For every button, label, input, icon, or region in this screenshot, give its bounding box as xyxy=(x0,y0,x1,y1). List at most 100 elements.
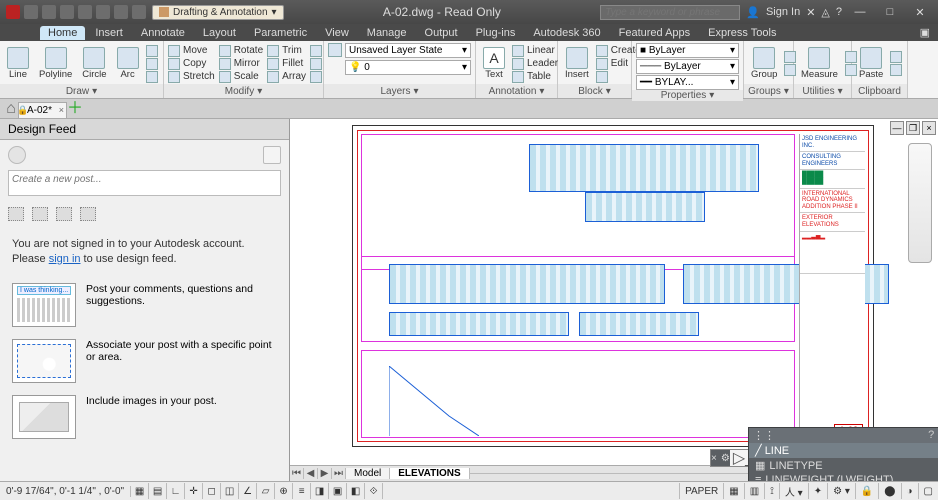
layer-state-dropdown[interactable]: Unsaved Layer State▾ xyxy=(345,43,471,58)
tab-plugins[interactable]: Plug-ins xyxy=(468,26,524,40)
ortho-toggle[interactable]: ∟ xyxy=(167,483,185,499)
refresh-icon[interactable] xyxy=(263,146,281,164)
app-menu-icon[interactable] xyxy=(6,5,20,19)
table-button[interactable]: Table xyxy=(512,71,558,83)
quick-access-toolbar[interactable] xyxy=(0,5,152,19)
nav-bar[interactable] xyxy=(908,143,932,263)
sc-toggle[interactable]: ◧ xyxy=(347,483,365,499)
minimize-button[interactable]: — xyxy=(848,6,872,18)
paste-button[interactable]: Paste xyxy=(856,47,886,80)
tab-home-icon[interactable]: ⌂ xyxy=(4,100,18,118)
model-paper-toggle[interactable]: PAPER xyxy=(679,483,723,499)
cmdbar-config-icon[interactable]: ⚙ xyxy=(721,453,730,464)
vp-restore-icon[interactable]: ❐ xyxy=(906,121,920,135)
linetype-dropdown[interactable]: ─── ByLayer▾ xyxy=(636,59,739,74)
a360-icon[interactable]: ◬ xyxy=(821,6,829,19)
filter-icon[interactable] xyxy=(8,146,26,164)
tab-annotate[interactable]: Annotate xyxy=(133,26,193,40)
lwt-toggle[interactable]: ≡ xyxy=(293,483,311,499)
mirror-button[interactable]: Mirror xyxy=(219,58,263,70)
cleanscreen-icon[interactable]: ▢ xyxy=(918,483,938,499)
trim-button[interactable]: Trim xyxy=(267,45,306,57)
tab-express[interactable]: Express Tools xyxy=(700,26,784,40)
ducs-toggle[interactable]: ▱ xyxy=(257,483,275,499)
am-toggle[interactable]: ⟐ xyxy=(365,483,383,499)
tpy-toggle[interactable]: ◨ xyxy=(311,483,329,499)
signin-icon[interactable]: 👤 xyxy=(746,6,760,19)
plot-icon[interactable] xyxy=(96,5,110,19)
workspace-dropdown[interactable]: Drafting & Annotation ▾ xyxy=(152,5,284,20)
scale-button[interactable]: Scale xyxy=(219,71,263,83)
layout-last-icon[interactable]: ⏭ xyxy=(332,468,346,479)
line-button[interactable]: Line xyxy=(4,47,32,80)
layerprop-icon[interactable] xyxy=(328,43,342,57)
exchange-icon[interactable]: ✕ xyxy=(806,6,815,19)
tab-featured[interactable]: Featured Apps xyxy=(611,26,699,40)
isolate-icon[interactable]: ◑ xyxy=(901,483,918,499)
undo-icon[interactable] xyxy=(114,5,128,19)
insert-button[interactable]: Insert xyxy=(562,47,592,80)
tab-layout[interactable]: Layout xyxy=(195,26,244,40)
tab-parametric[interactable]: Parametric xyxy=(246,26,315,40)
new-post-input[interactable] xyxy=(8,170,281,196)
ribbon-toggle-icon[interactable]: ▣ xyxy=(912,25,938,40)
toolbar-lock-icon[interactable]: 🔒 xyxy=(855,483,878,499)
help-icon[interactable]: ? xyxy=(836,6,842,18)
tab-a360[interactable]: Autodesk 360 xyxy=(525,26,608,40)
cmd-item[interactable]: ≡ LINEWEIGHT (LWEIGHT) xyxy=(749,473,938,481)
leader-button[interactable]: Leader xyxy=(512,58,558,70)
layer-current-dropdown[interactable]: 💡 0▾ xyxy=(345,60,471,75)
layout-tab-model[interactable]: Model xyxy=(346,468,390,479)
close-tab-icon[interactable]: × xyxy=(59,105,64,115)
move-button[interactable]: Move xyxy=(168,45,215,57)
annoscale-dropdown[interactable]: 人 ▾ xyxy=(779,483,808,499)
copy-button[interactable]: Copy xyxy=(168,58,215,70)
color-dropdown[interactable]: ■ ByLayer▾ xyxy=(636,43,739,58)
text-button[interactable]: AText xyxy=(480,47,508,80)
qp-toggle[interactable]: ▣ xyxy=(329,483,347,499)
vp-minimize-icon[interactable]: — xyxy=(890,121,904,135)
drawing-viewport[interactable]: — ❐ × JSD ENGINEERING INC. CONSULTING EN… xyxy=(290,119,938,481)
tab-output[interactable]: Output xyxy=(417,26,466,40)
3dosnap-toggle[interactable]: ◫ xyxy=(221,483,239,499)
redo-icon[interactable] xyxy=(132,5,146,19)
measure-button[interactable]: Measure xyxy=(798,47,841,80)
document-tab[interactable]: 🔒 A-02* × xyxy=(18,102,67,118)
maximize-button[interactable]: □ xyxy=(878,6,902,18)
layout-tab-elevations[interactable]: ELEVATIONS xyxy=(390,468,469,479)
cmdbar-close-icon[interactable]: × xyxy=(711,453,717,464)
pin-icon[interactable] xyxy=(32,207,48,221)
tag-user-icon[interactable] xyxy=(56,207,72,221)
popup-help-icon[interactable]: ? xyxy=(928,429,934,442)
help-search-input[interactable] xyxy=(600,5,740,20)
tab-manage[interactable]: Manage xyxy=(359,26,415,40)
tab-view[interactable]: View xyxy=(317,26,357,40)
group-button[interactable]: Group xyxy=(748,47,780,80)
layout-prev-icon[interactable]: ◀ xyxy=(304,468,318,479)
saveas-icon[interactable] xyxy=(78,5,92,19)
ws-switch-icon[interactable]: ⚙ ▾ xyxy=(827,483,855,499)
layout-next-icon[interactable]: ▶ xyxy=(318,468,332,479)
polar-toggle[interactable]: ✛ xyxy=(185,483,203,499)
snap-toggle[interactable]: ▦ xyxy=(131,483,149,499)
fillet-button[interactable]: Fillet xyxy=(267,58,306,70)
annoscale-icon[interactable]: ⟟ xyxy=(764,483,779,499)
circle-button[interactable]: Circle xyxy=(79,47,109,80)
otrack-toggle[interactable]: ∠ xyxy=(239,483,257,499)
open-icon[interactable] xyxy=(42,5,56,19)
dyn-toggle[interactable]: ⊕ xyxy=(275,483,293,499)
annovis-toggle[interactable]: ✦ xyxy=(808,483,827,499)
osnap-toggle[interactable]: ◻ xyxy=(203,483,221,499)
attach-image-icon[interactable] xyxy=(80,207,96,221)
coords-readout[interactable]: 0'-9 17/64", 0'-1 1/4" , 0'-0" xyxy=(0,486,131,497)
vp-close-icon[interactable]: × xyxy=(922,121,936,135)
close-button[interactable]: ✕ xyxy=(908,6,932,19)
lineweight-dropdown[interactable]: ━━ BYLAY...▾ xyxy=(636,75,739,90)
new-icon[interactable] xyxy=(24,5,38,19)
linear-dim-button[interactable]: Linear xyxy=(512,45,558,57)
save-icon[interactable] xyxy=(60,5,74,19)
cmd-item-selected[interactable]: ╱ LINE xyxy=(749,443,938,458)
arc-button[interactable]: Arc xyxy=(114,47,142,80)
rotate-button[interactable]: Rotate xyxy=(219,45,263,57)
cmd-item[interactable]: ▦ LINETYPE xyxy=(749,458,938,473)
